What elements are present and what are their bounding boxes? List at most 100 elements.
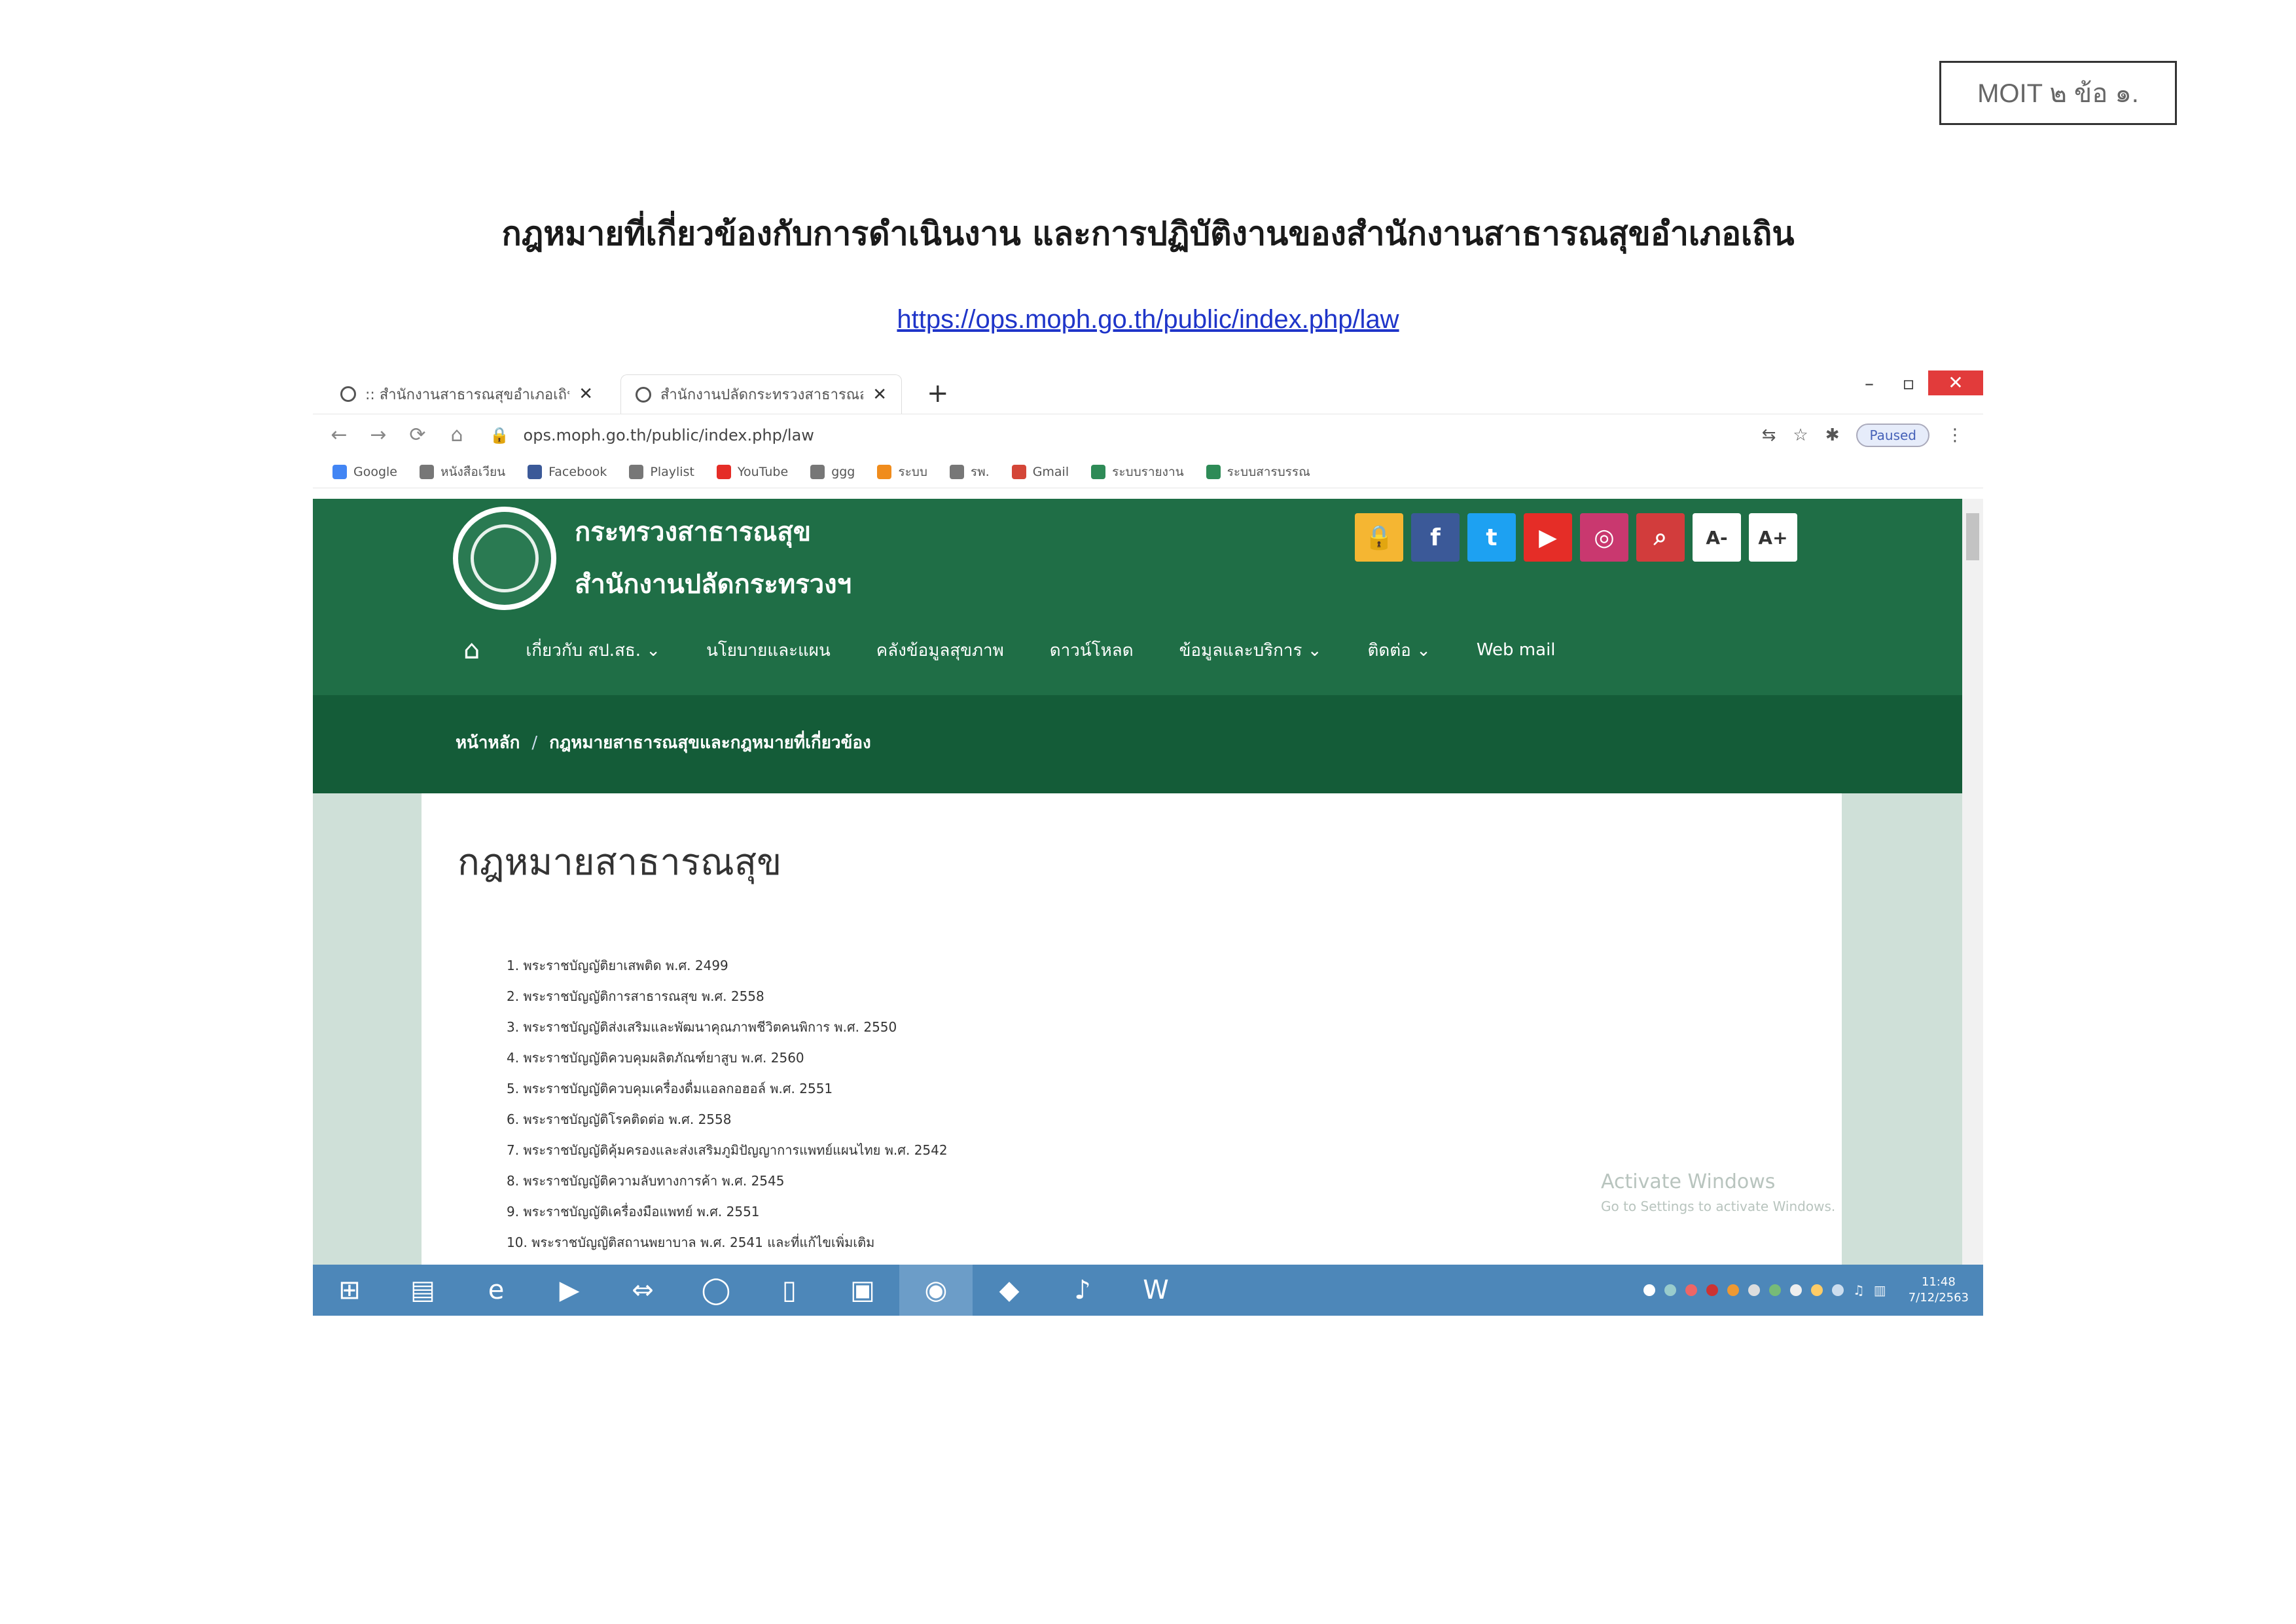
page-title: กฎหมายสาธารณสุข	[457, 841, 782, 884]
law-link[interactable]: 10. พระราชบัญญัติสถานพยาบาล พ.ศ. 2541 แล…	[507, 1227, 948, 1258]
close-icon[interactable]: ✕	[872, 385, 887, 405]
tray-icon[interactable]	[1789, 1284, 1802, 1296]
bookmark-item[interactable]: ระบบ	[877, 462, 927, 482]
chrome-icon[interactable]: ◉	[899, 1265, 973, 1316]
twitter-icon[interactable]: t	[1467, 513, 1516, 562]
windows-taskbar: ⊞ ▤ e ▶ ⇔ ◯ ▯ ▣ ◉ ◆ ♪ W ♫ ▥ 11:48 7/12/2…	[313, 1265, 1983, 1316]
site-header: กระทรวงสาธารณสุข สำนักงานปลัดกระทรวงฯ 🔒 …	[313, 499, 1962, 695]
file-icon[interactable]: ▯	[753, 1265, 826, 1316]
tab-label: สำนักงานปลัดกระทรวงสาธารณสุข	[660, 387, 864, 403]
law-link[interactable]: 5. พระราชบัญญัติควบคุมเครื่องดื่มแอลกอฮอ…	[507, 1074, 948, 1104]
teamviewer-icon[interactable]: ⇔	[606, 1265, 679, 1316]
search-icon[interactable]: ⌕	[1636, 513, 1685, 562]
volume-icon[interactable]: ♫	[1853, 1282, 1865, 1298]
word-icon[interactable]: W	[1119, 1265, 1193, 1316]
document-link[interactable]: https://ops.moph.go.th/public/index.php/…	[897, 305, 1399, 334]
opera-icon[interactable]: ◯	[679, 1265, 753, 1316]
file-explorer-icon[interactable]: ▤	[386, 1265, 459, 1316]
pdf-reader-icon[interactable]: ◆	[973, 1265, 1046, 1316]
bookmark-item[interactable]: ระบบรายงาน	[1091, 462, 1184, 482]
windows-start-icon[interactable]: ⊞	[313, 1265, 386, 1316]
lock-icon[interactable]: 🔒	[1355, 513, 1403, 562]
window-close-icon[interactable]: ✕	[1928, 370, 1983, 395]
globe-icon	[949, 464, 964, 479]
bookmark-item[interactable]: YouTube	[716, 464, 788, 479]
internet-explorer-icon[interactable]: e	[459, 1265, 533, 1316]
nav-item-contact[interactable]: ติดต่อ ⌄	[1368, 637, 1431, 664]
extensions-icon[interactable]: ✱	[1825, 425, 1840, 445]
nav-item-webmail[interactable]: Web mail	[1477, 640, 1556, 660]
tray-icon[interactable]	[1727, 1284, 1739, 1296]
tray-icon[interactable]	[1748, 1284, 1760, 1296]
menu-icon[interactable]: ⋮	[1946, 425, 1964, 445]
forward-icon[interactable]: →	[359, 424, 398, 446]
tray-icon[interactable]	[1685, 1284, 1697, 1296]
law-link[interactable]: 3. พระราชบัญญัติส่งเสริมและพัฒนาคุณภาพชี…	[507, 1012, 948, 1043]
breadcrumb-current: กฎหมายสาธารณสุขและกฎหมายที่เกี่ยวข้อง	[549, 733, 871, 753]
globe-icon	[340, 386, 356, 402]
bookmark-item[interactable]: ระบบสารบรรณ	[1206, 462, 1310, 482]
bookmark-item[interactable]: Facebook	[528, 464, 607, 479]
translate-icon[interactable]: ⇆	[1762, 425, 1776, 445]
law-link[interactable]: 2. พระราชบัญญัติการสาธารณสุข พ.ศ. 2558	[507, 981, 948, 1012]
bookmark-item[interactable]: หนังสือเวียน	[420, 462, 505, 482]
nav-item-health-data[interactable]: คลังข้อมูลสุขภาพ	[876, 637, 1004, 664]
url-text: ops.moph.go.th/public/index.php/law	[523, 425, 814, 444]
reload-icon[interactable]: ⟳	[398, 424, 437, 446]
nav-item-about[interactable]: เกี่ยวกับ สป.สธ. ⌄	[526, 637, 660, 664]
font-smaller-icon[interactable]: A-	[1693, 513, 1741, 562]
breadcrumb-home[interactable]: หน้าหลัก	[456, 733, 520, 753]
law-link[interactable]: 6. พระราชบัญญัติโรคติดต่อ พ.ศ. 2558	[507, 1104, 948, 1135]
breadcrumb-band: หน้าหลัก / กฎหมายสาธารณสุขและกฎหมายที่เกี่…	[313, 695, 1962, 793]
law-link[interactable]: 9. พระราชบัญญัติเครื่องมือแพทย์ พ.ศ. 255…	[507, 1197, 948, 1227]
tray-icon[interactable]	[1706, 1284, 1718, 1296]
nav-item-services[interactable]: ข้อมูลและบริการ ⌄	[1179, 637, 1322, 664]
tray-icon[interactable]	[1810, 1284, 1823, 1296]
tray-icon[interactable]	[1643, 1284, 1655, 1296]
new-tab-button[interactable]: +	[927, 378, 949, 408]
law-link[interactable]: 1. พระราชบัญญัติยาเสพติด พ.ศ. 2499	[507, 950, 948, 981]
star-icon[interactable]: ☆	[1793, 425, 1808, 445]
social-toolbar: 🔒 f t ▶ ◎ ⌕ A- A+	[1355, 513, 1797, 562]
bookmark-item[interactable]: Playlist	[629, 464, 694, 479]
law-link[interactable]: 7. พระราชบัญญัติคุ้มครองและส่งเสริมภูมิป…	[507, 1135, 948, 1166]
maximize-icon[interactable]: ▫	[1889, 372, 1928, 394]
font-larger-icon[interactable]: A+	[1749, 513, 1797, 562]
remote-desktop-icon[interactable]: ▣	[826, 1265, 899, 1316]
instagram-icon[interactable]: ◎	[1580, 513, 1628, 562]
tray-icon[interactable]	[1768, 1284, 1781, 1296]
url-field[interactable]: 🔒 ops.moph.go.th/public/index.php/law	[490, 426, 1762, 444]
gmail-icon	[1011, 464, 1026, 479]
tray-icon[interactable]	[1664, 1284, 1676, 1296]
bookmark-item[interactable]: Gmail	[1011, 464, 1069, 479]
law-link[interactable]: 4. พระราชบัญญัติควบคุมผลิตภัณฑ์ยาสูบ พ.ศ…	[507, 1043, 948, 1074]
close-icon[interactable]: ✕	[579, 384, 593, 404]
law-link[interactable]: 8. พระราชบัญญัติความลับทางการค้า พ.ศ. 25…	[507, 1166, 948, 1197]
nav-item-download[interactable]: ดาวน์โหลด	[1050, 637, 1134, 664]
google-icon	[332, 464, 347, 479]
home-icon[interactable]: ⌂	[437, 424, 476, 446]
ministry-logo[interactable]	[453, 507, 556, 610]
bookmark-item[interactable]: Google	[332, 464, 397, 479]
scrollbar-thumb[interactable]	[1966, 513, 1979, 560]
nav-item-policy[interactable]: นโยบายและแผน	[706, 637, 831, 664]
profile-button[interactable]: Paused	[1856, 423, 1929, 447]
network-icon[interactable]: ▥	[1874, 1282, 1886, 1298]
minimize-icon[interactable]: –	[1850, 372, 1889, 394]
youtube-icon[interactable]: ▶	[1524, 513, 1572, 562]
address-bar: ← → ⟳ ⌂ 🔒 ops.moph.go.th/public/index.ph…	[313, 414, 1983, 456]
document-link-wrap: https://ops.moph.go.th/public/index.php/…	[0, 305, 2296, 334]
back-icon[interactable]: ←	[319, 424, 359, 446]
media-player-icon[interactable]: ▶	[533, 1265, 606, 1316]
taskbar-clock[interactable]: 11:48 7/12/2563	[1909, 1274, 1969, 1306]
tray-icon[interactable]	[1831, 1284, 1844, 1296]
facebook-icon[interactable]: f	[1411, 513, 1460, 562]
bookmark-item[interactable]: รพ.	[949, 462, 990, 482]
site-ministry-name: กระทรวงสาธารณสุข	[575, 517, 812, 547]
speaker-icon[interactable]: ♪	[1046, 1265, 1119, 1316]
browser-tab-1[interactable]: :: สำนักงานสาธารณสุขอำเภอเถิน :: ✕	[326, 374, 607, 414]
page-scrollbar[interactable]	[1962, 499, 1983, 1265]
home-icon[interactable]: ⌂	[463, 635, 480, 665]
bookmark-item[interactable]: ggg	[810, 464, 855, 479]
browser-tab-2[interactable]: สำนักงานปลัดกระทรวงสาธารณสุข ✕	[620, 374, 902, 414]
